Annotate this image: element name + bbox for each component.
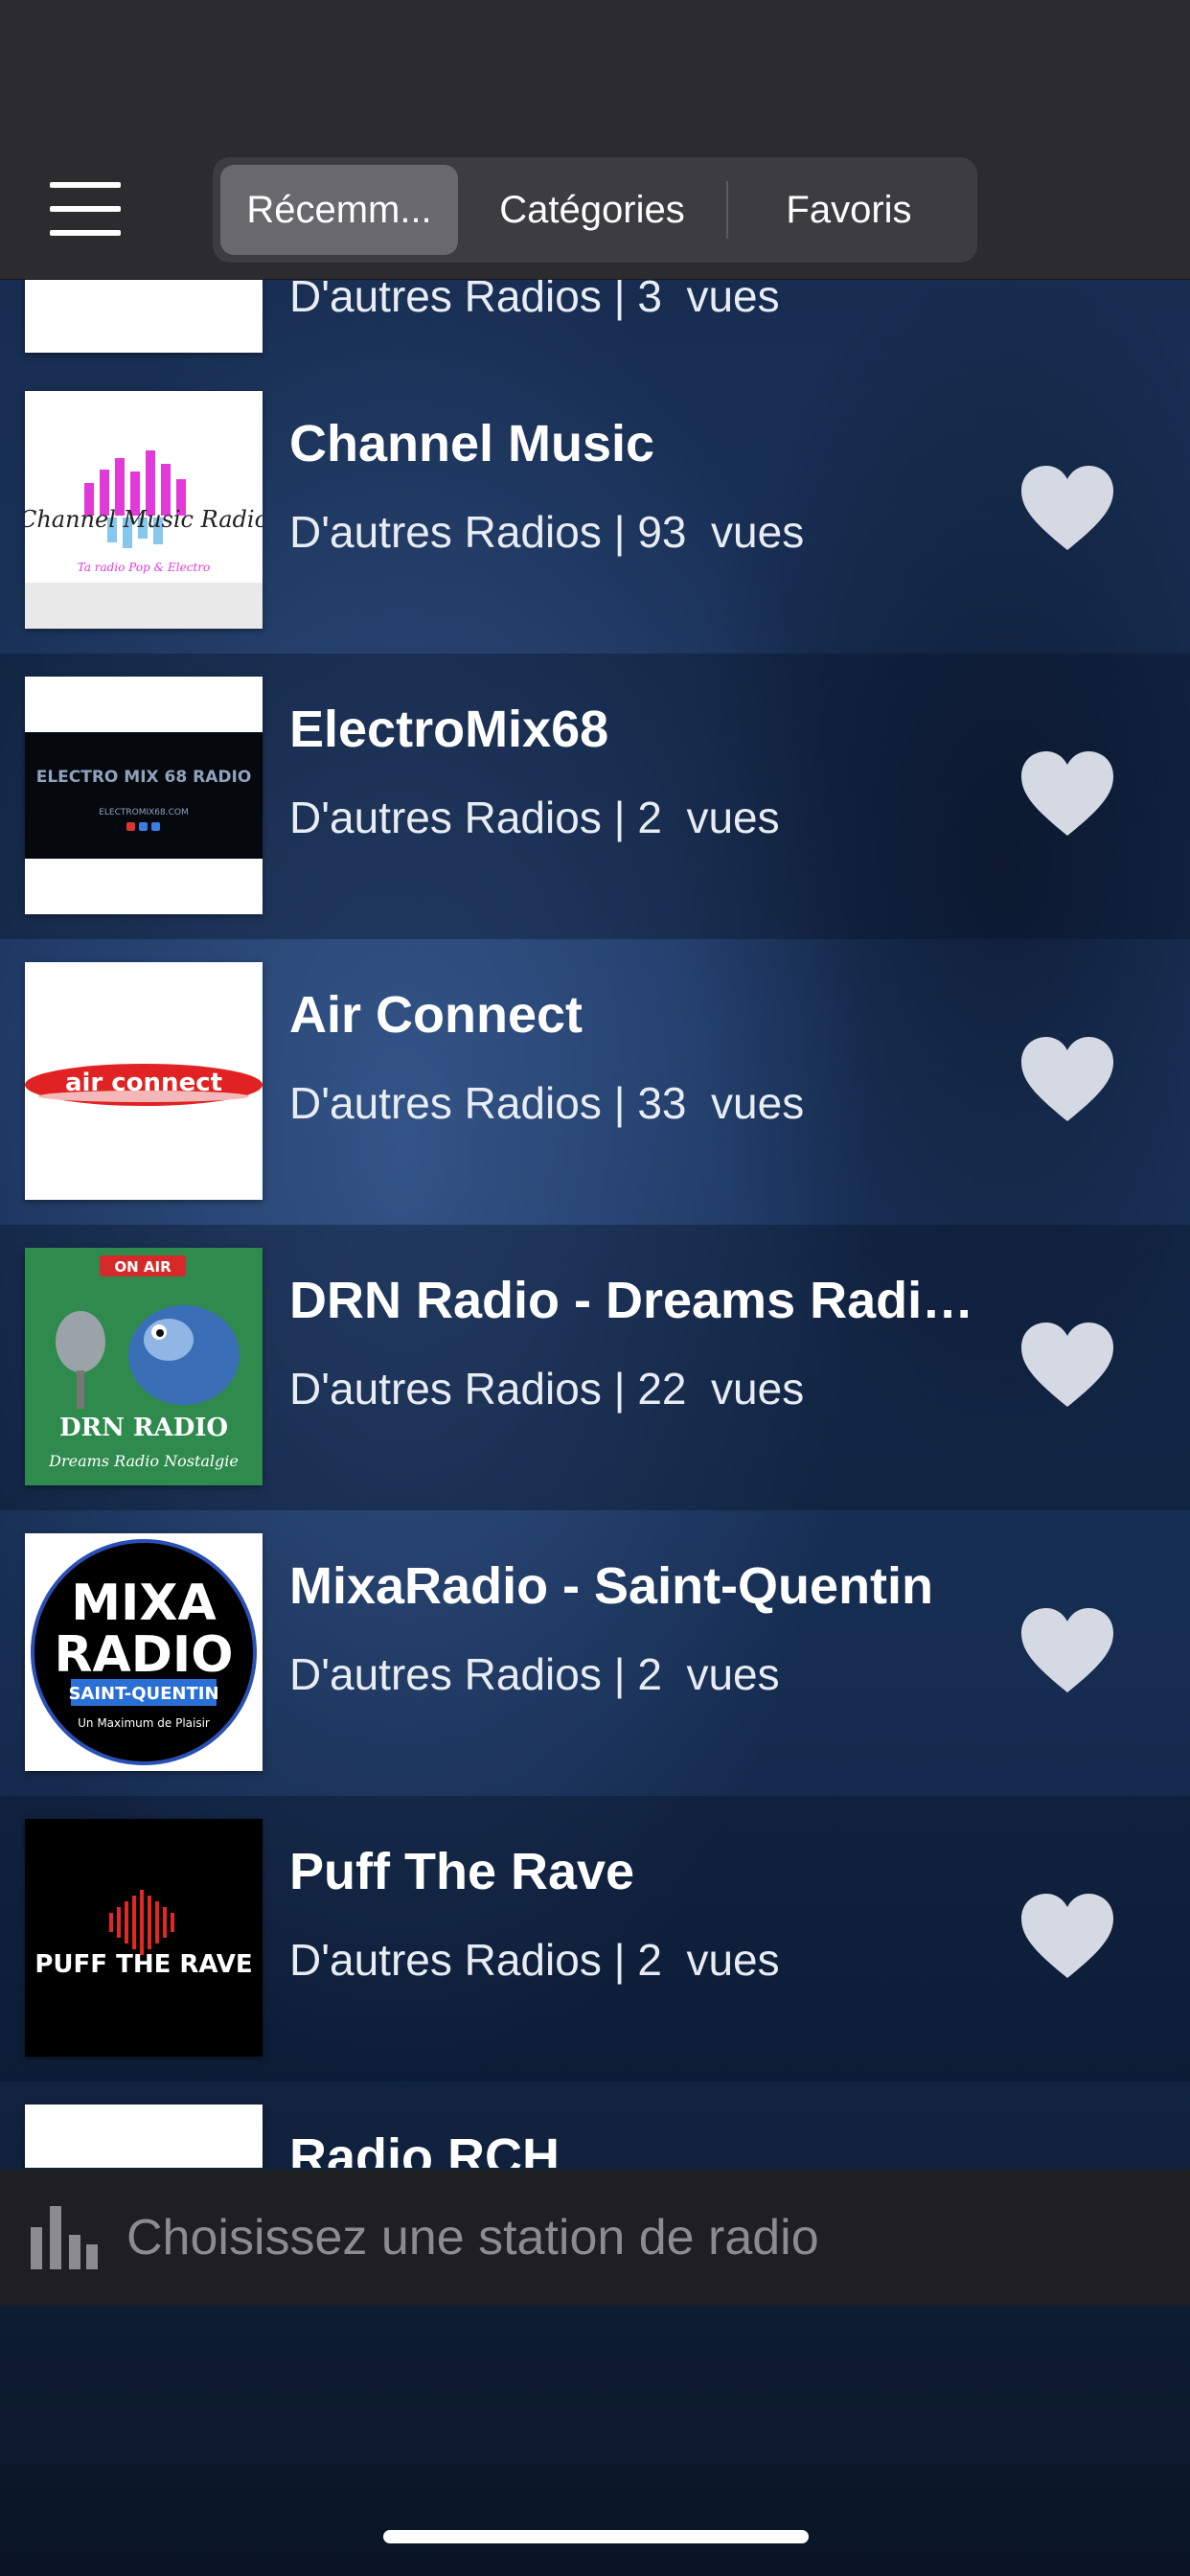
- heart-icon[interactable]: [1019, 1322, 1115, 1409]
- heart-icon[interactable]: [1019, 751, 1115, 838]
- station-meta: D'autres Radios | 2 vues: [289, 1935, 780, 1985]
- station-row[interactable]: PUFF THE RAVE Puff The Rave D'autres Rad…: [0, 1796, 1190, 2082]
- heart-icon[interactable]: [1019, 1037, 1115, 1123]
- heart-icon[interactable]: [1019, 1894, 1115, 1980]
- logo-tagline: Dreams Radio Nostalgie: [48, 1452, 239, 1470]
- logo-badge: ON AIR: [114, 1258, 172, 1276]
- station-name: MixaRadio - Saint-Quentin: [289, 1557, 934, 1615]
- station-name: Puff The Rave: [289, 1843, 635, 1900]
- station-row[interactable]: air connect Air Connect D'autres Radios …: [0, 939, 1190, 1225]
- station-row[interactable]: MIXA RADIO SAINT-QUENTIN Un Maximum de P…: [0, 1510, 1190, 1796]
- station-row[interactable]: Radio RCH: [0, 2082, 1190, 2168]
- station-name: Channel Music: [289, 415, 655, 472]
- logo-text: DRN RADIO: [59, 1414, 228, 1442]
- logo-line2: RADIO: [54, 1626, 233, 1684]
- heart-icon[interactable]: [1019, 1608, 1115, 1694]
- channel-music-logo: Channel Music Radio Ta radio Pop & Elect…: [25, 391, 263, 629]
- electromix68-logo: ELECTRO MIX 68 RADIO ELECTROMIX68.COM: [25, 677, 263, 914]
- logo-text: PUFF THE RAVE: [34, 1950, 252, 1979]
- player-placeholder: Choisissez une station de radio: [126, 2210, 819, 2266]
- mixaradio-logo: MIXA RADIO SAINT-QUENTIN Un Maximum de P…: [25, 1533, 263, 1771]
- logo-text: air connect: [65, 1069, 222, 1097]
- app-screen: D'autres Radios | 3 vues Channel Music R…: [0, 0, 1190, 2576]
- station-row[interactable]: Channel Music Radio Ta radio Pop & Elect…: [0, 368, 1190, 654]
- logo-tagline: Ta radio Pop & Electro: [78, 561, 211, 574]
- station-meta: D'autres Radios | 33 vues: [289, 1078, 805, 1128]
- station-name: ElectroMix68: [289, 701, 609, 758]
- station-list[interactable]: D'autres Radios | 3 vues Channel Music R…: [0, 0, 1190, 2168]
- station-logo: [25, 2104, 263, 2168]
- logo-text: ELECTRO MIX 68 RADIO: [36, 768, 252, 787]
- station-row[interactable]: ELECTRO MIX 68 RADIO ELECTROMIX68.COM El…: [0, 654, 1190, 939]
- station-name: Radio RCH: [289, 2128, 560, 2168]
- station-name: Air Connect: [289, 986, 584, 1044]
- heart-icon[interactable]: [1019, 466, 1115, 552]
- segmented-control: Récemm... Catégories Favoris: [213, 157, 977, 263]
- station-meta: D'autres Radios | 93 vues: [289, 507, 805, 557]
- nav-header: Récemm... Catégories Favoris: [0, 0, 1190, 280]
- puff-the-rave-logo: PUFF THE RAVE: [25, 1819, 263, 2057]
- home-indicator[interactable]: [383, 2530, 809, 2543]
- tab-recent[interactable]: Récemm...: [220, 165, 458, 255]
- logo-city: SAINT-QUENTIN: [68, 1684, 218, 1704]
- tab-categories[interactable]: Catégories: [458, 165, 726, 255]
- drn-radio-logo: ON AIR DRN RADIO Dreams Radio Nostalgie: [25, 1248, 263, 1485]
- station-name: DRN Radio - Dreams Radio Nostalgie: [289, 1272, 979, 1329]
- logo-tagline: Un Maximum de Plaisir: [78, 1716, 210, 1730]
- station-meta: D'autres Radios | 22 vues: [289, 1364, 805, 1414]
- hamburger-menu-icon[interactable]: [50, 182, 121, 236]
- station-meta: D'autres Radios | 2 vues: [289, 1649, 780, 1699]
- equalizer-icon: [31, 2206, 98, 2269]
- tab-favorites[interactable]: Favoris: [728, 165, 970, 255]
- logo-line1: MIXA: [71, 1575, 216, 1632]
- station-row[interactable]: ON AIR DRN RADIO Dreams Radio Nostalgie …: [0, 1225, 1190, 1510]
- logo-text: Channel Music Radio: [25, 506, 263, 533]
- station-meta: D'autres Radios | 2 vues: [289, 793, 780, 842]
- logo-url: ELECTROMIX68.COM: [99, 808, 189, 817]
- player-bar[interactable]: Choisissez une station de radio: [0, 2170, 1190, 2306]
- air-connect-logo: air connect: [25, 962, 263, 1200]
